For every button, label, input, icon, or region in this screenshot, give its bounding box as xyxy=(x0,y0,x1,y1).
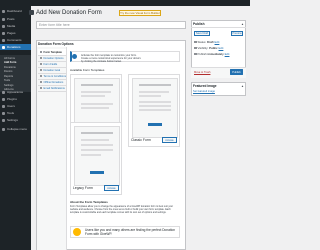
template-card-legacy: Legacy Form Activate xyxy=(70,122,122,195)
activate-button[interactable]: Activate xyxy=(104,185,119,191)
form-title-placeholder: Enter form title here xyxy=(39,23,70,27)
info-icon xyxy=(72,54,77,59)
template-name: Classic Form xyxy=(131,138,151,142)
preview-button[interactable]: Preview xyxy=(231,31,243,36)
sidebar-item-appearance[interactable]: Appearance xyxy=(0,89,31,95)
sidebar-collapse[interactable]: Collapse menu xyxy=(0,126,31,132)
sidebar-item-tools[interactable]: Tools xyxy=(0,110,31,116)
comments-icon xyxy=(2,38,5,42)
visibility-row: Visibility: Public Edit xyxy=(194,46,223,50)
divider xyxy=(191,27,246,28)
publish-button[interactable]: Publish xyxy=(230,69,243,75)
sidebar-item-settings[interactable]: Settings xyxy=(0,117,31,123)
donations-icon xyxy=(2,45,5,49)
posts-icon xyxy=(2,17,5,21)
sidebar-item-pages[interactable]: Pages xyxy=(0,30,31,36)
sidebar-item-comments[interactable]: Comments xyxy=(0,37,31,43)
dashboard-icon xyxy=(2,9,5,13)
save-draft-button[interactable]: Save Draft xyxy=(194,31,210,36)
page-title: Add New Donation Form xyxy=(36,10,102,16)
metabox-tabs: Form Template Donation Options Form Fiel… xyxy=(37,47,67,250)
sidebar-item-posts[interactable]: Posts xyxy=(0,16,31,22)
email-icon xyxy=(39,86,42,90)
lightbulb-icon xyxy=(73,228,81,236)
sidebar-submenu: All Forms Add Form Donations Donors Repo… xyxy=(0,55,31,92)
fields-icon xyxy=(39,62,42,66)
edit-publish-time-link[interactable]: Edit xyxy=(225,52,230,56)
edit-status-link[interactable]: Edit xyxy=(215,40,220,44)
help-text: Users like you and many others are findi… xyxy=(85,228,176,236)
publish-title: Publish xyxy=(193,22,205,26)
plugins-icon xyxy=(2,97,5,101)
template-name: Legacy Form xyxy=(73,186,93,190)
template-card-classic: Classic Form Activate xyxy=(128,74,180,147)
settings-icon xyxy=(2,118,5,122)
options-icon xyxy=(39,56,42,60)
sidebar-item-media[interactable]: Media xyxy=(0,23,31,29)
edit-visibility-link[interactable]: Edit xyxy=(219,46,224,50)
admin-sidebar: Dashboard Posts Media Pages Comments Don… xyxy=(0,6,31,250)
media-icon xyxy=(2,24,5,28)
visual-builder-button[interactable]: Try the new Visual Form Builder xyxy=(119,10,161,16)
sidebar-item-dashboard[interactable]: Dashboard xyxy=(0,8,31,14)
available-templates-label: Available Form Templates xyxy=(70,68,105,72)
calendar-icon xyxy=(194,52,197,56)
terms-icon xyxy=(39,74,42,78)
eye-icon xyxy=(194,46,197,50)
about-templates-text: Form Templates allow you to change the a… xyxy=(70,205,174,215)
about-templates-heading: About the Form Templates xyxy=(70,200,108,204)
sidebar-item-donations[interactable]: Donations xyxy=(0,44,31,50)
template-preview xyxy=(132,78,178,138)
collapse-icon xyxy=(2,127,5,131)
set-featured-image-link[interactable]: Set featured image xyxy=(193,90,215,93)
activate-notice: Activate the form template to customize … xyxy=(70,51,180,63)
donation-form-icon xyxy=(29,10,34,15)
sidebar-item-plugins[interactable]: Plugins xyxy=(0,96,31,102)
featured-image-title: Featured Image xyxy=(193,84,217,88)
users-icon xyxy=(2,104,5,108)
activate-button[interactable]: Activate xyxy=(162,137,177,143)
chevron-up-icon[interactable]: ▲ xyxy=(241,84,244,88)
tab-email-notifications[interactable]: Email Notifications xyxy=(38,85,66,92)
offline-icon xyxy=(39,80,42,84)
pin-icon xyxy=(194,40,197,44)
chevron-up-icon[interactable]: ▲ xyxy=(241,22,244,26)
sidebar-item-users[interactable]: Users xyxy=(0,103,31,109)
template-preview xyxy=(74,126,120,186)
pages-icon xyxy=(2,31,5,35)
tools-icon xyxy=(2,111,5,115)
admin-bar xyxy=(0,0,250,6)
form-title-input[interactable]: Enter form title here xyxy=(36,21,186,29)
template-icon xyxy=(39,50,42,54)
status-row: Status: Draft Edit xyxy=(194,40,219,44)
publish-time-row: Publish immediately Edit xyxy=(194,52,229,56)
metabox-title: Donation Form Options xyxy=(38,42,74,46)
appearance-icon xyxy=(2,90,5,94)
goal-icon xyxy=(39,68,42,72)
move-to-trash-link[interactable]: Move to Trash xyxy=(194,71,210,74)
